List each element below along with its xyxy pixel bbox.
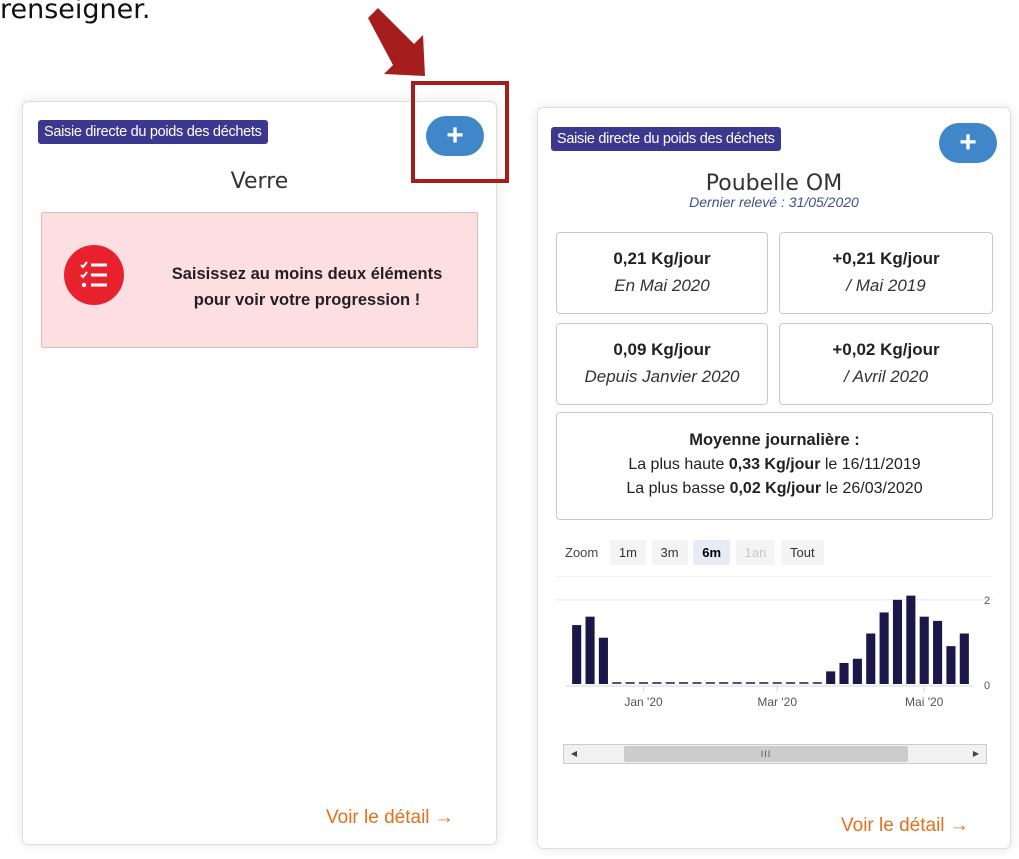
alert-text: Saisissez au moins deux éléments pour vo… bbox=[171, 265, 443, 309]
chart-bar bbox=[906, 595, 916, 684]
x-tick-label: Mar '20 bbox=[757, 695, 797, 709]
chart-bar bbox=[839, 662, 849, 684]
card-badge: Saisie directe du poids des déchets bbox=[551, 127, 781, 151]
annotation-arrow-icon bbox=[368, 8, 425, 76]
chart-bar bbox=[572, 625, 582, 684]
chart-bar bbox=[946, 646, 956, 684]
arrow-left-icon[interactable]: ◀ bbox=[564, 745, 584, 763]
zoom-selector: Zoom 1m 3m 6m 1an Tout bbox=[565, 540, 824, 566]
annotation-highlight-box bbox=[411, 81, 509, 183]
chart-bar bbox=[598, 637, 608, 684]
average-heading: Moyenne journalière : bbox=[689, 431, 860, 449]
y-tick-label: 0 bbox=[984, 680, 990, 692]
alert-message: Saisissez au moins deux éléments pour vo… bbox=[41, 212, 478, 348]
chart-scrollbar[interactable]: ◀ III ▶ bbox=[563, 744, 987, 764]
detail-link[interactable]: Voir le détail → bbox=[841, 815, 969, 837]
card-title: Poubelle OM bbox=[705, 171, 843, 196]
x-tick-label: Jan '20 bbox=[624, 695, 663, 709]
daily-average-box: Moyenne journalière : La plus haute 0,33… bbox=[556, 412, 993, 520]
zoom-all-button[interactable]: Tout bbox=[780, 540, 824, 565]
stat-box: +0,21 Kg/jour / Mai 2019 bbox=[779, 232, 993, 314]
chart-bar bbox=[852, 658, 862, 684]
average-low: La plus basse 0,02 Kg/jour le 26/03/2020 bbox=[626, 480, 923, 497]
plus-icon: + bbox=[959, 126, 977, 159]
card-verre: Saisie directe du poids des déchets + Ve… bbox=[22, 101, 497, 845]
intro-text: renseigner. bbox=[0, 0, 151, 25]
zoom-3m-button[interactable]: 3m bbox=[651, 540, 688, 565]
add-entry-button[interactable]: + bbox=[939, 123, 997, 163]
chart-bar bbox=[933, 620, 943, 684]
chart-bar bbox=[919, 616, 929, 684]
detail-link[interactable]: Voir le détail → bbox=[326, 807, 454, 829]
stat-label: / Avril 2020 bbox=[843, 367, 929, 386]
chart-bar bbox=[585, 616, 595, 684]
zoom-6m-button[interactable]: 6m bbox=[693, 540, 731, 565]
stat-label: Depuis Janvier 2020 bbox=[584, 367, 740, 386]
stat-label: En Mai 2020 bbox=[614, 276, 710, 295]
zoom-label: Zoom bbox=[565, 545, 599, 560]
chart-bar bbox=[866, 633, 876, 684]
chart-bar bbox=[826, 671, 836, 684]
stat-value: +0,02 Kg/jour bbox=[832, 340, 940, 359]
zoom-1m-button[interactable]: 1m bbox=[609, 540, 646, 565]
card-badge: Saisie directe du poids des déchets bbox=[38, 120, 268, 144]
card-poubelle-om: Saisie directe du poids des déchets + Po… bbox=[537, 107, 1011, 849]
chart-bar bbox=[892, 599, 903, 684]
chart-bar bbox=[879, 612, 889, 684]
chart-bar bbox=[959, 633, 969, 684]
zoom-1an-button: 1an bbox=[735, 540, 776, 565]
stat-value: +0,21 Kg/jour bbox=[832, 249, 940, 268]
scrollbar-thumb[interactable]: III bbox=[624, 746, 908, 762]
x-tick-label: Mai '20 bbox=[905, 695, 944, 709]
arrow-right-icon[interactable]: ▶ bbox=[966, 745, 986, 763]
checklist-icon bbox=[64, 245, 124, 305]
stat-value: 0,21 Kg/jour bbox=[613, 249, 711, 268]
last-reading: Dernier relevé : 31/05/2020 bbox=[689, 194, 859, 210]
weight-bar-chart: 2 0 Jan '20 Mar '20 Mai '20 bbox=[556, 576, 993, 709]
stat-value: 0,09 Kg/jour bbox=[613, 340, 711, 359]
stat-label: / Mai 2019 bbox=[846, 276, 926, 295]
average-high: La plus haute 0,33 Kg/jour le 16/11/2019 bbox=[628, 456, 921, 473]
stat-box: 0,21 Kg/jour En Mai 2020 bbox=[556, 232, 768, 314]
stat-box: +0,02 Kg/jour / Avril 2020 bbox=[779, 323, 993, 405]
stat-box: 0,09 Kg/jour Depuis Janvier 2020 bbox=[556, 323, 768, 405]
y-tick-label: 2 bbox=[984, 595, 990, 607]
